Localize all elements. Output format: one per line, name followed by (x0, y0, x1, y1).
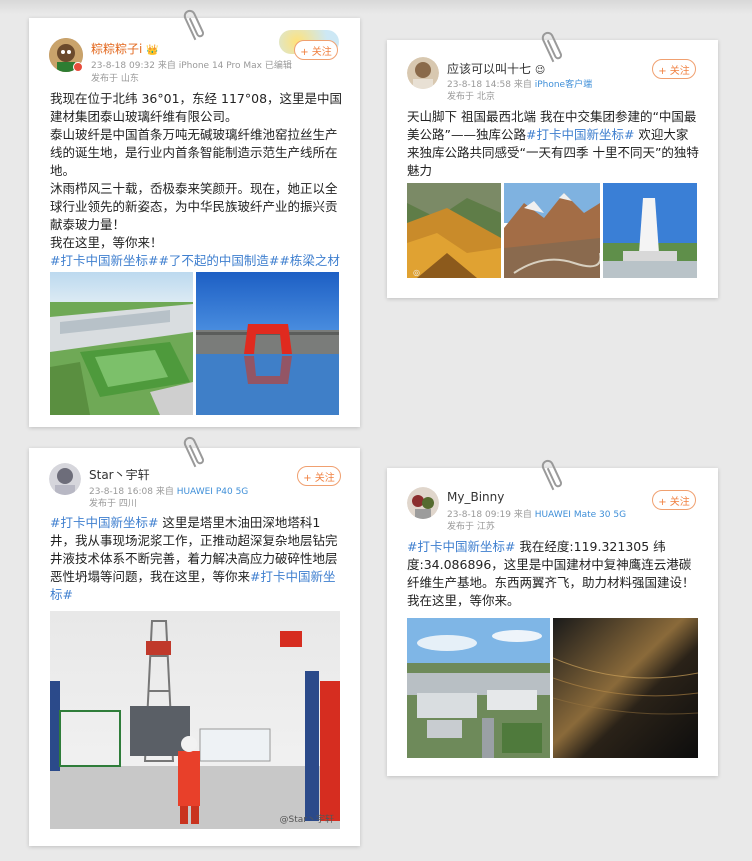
hashtag-link[interactable]: #打卡中国新坐标# (50, 515, 158, 530)
verified-badge-icon (73, 62, 83, 72)
post-card: 应该可以叫十七 😉 23-8-18 14:58 来自 iPhone客户端 发布于… (387, 40, 718, 298)
username[interactable]: 粽粽粽子i 👑 (91, 40, 159, 57)
post-image-factory[interactable] (50, 272, 193, 415)
image-watermark: ◎ (413, 268, 420, 277)
paperclip-icon (183, 436, 205, 468)
username[interactable]: Star丶宇轩 (89, 466, 150, 483)
follow-button[interactable]: + 关注 (652, 490, 696, 510)
post-source[interactable]: HUAWEI P40 5G (177, 487, 249, 497)
via-label: 来自 (157, 61, 176, 71)
post-image-industrial-base[interactable] (407, 618, 550, 758)
post-location: 发布于 北京 (447, 92, 495, 102)
post-source: iPhone 14 Pro Max (178, 61, 263, 71)
hashtag-link[interactable]: #打卡中国新坐标# (407, 539, 515, 554)
post-location: 发布于 四川 (89, 499, 137, 509)
post-paragraph: 沐雨栉风三十载，岙极泰来笑颜开。现在，她正以全球行业领先的新姿态，为中华民族玻纤… (50, 181, 338, 232)
post-image-autumn-valley[interactable] (407, 183, 501, 278)
post-image-red-gate[interactable] (196, 272, 339, 415)
username[interactable]: 应该可以叫十七 😉 (447, 60, 545, 77)
post-source[interactable]: HUAWEI Mate 30 5G (535, 510, 626, 520)
crown-icon: 👑 (146, 45, 159, 56)
post-paragraph: 泰山玻纤是中国首条万吨无碱玻璃纤维池窑拉丝生产线的诞生地，是行业内首条智能制造示… (50, 127, 338, 178)
post-paragraph: 我现在位于北纬 36°01，东经 117°08，这里是中国建材集团泰山玻璃纤维有… (50, 91, 343, 124)
avatar[interactable] (49, 463, 81, 495)
avatar[interactable] (407, 487, 439, 519)
post-paragraph: 我在这里，等你来！ (50, 235, 163, 250)
post-text: #打卡中国新坐标# 我在经度:119.321305 纬度:34.086896，这… (407, 538, 700, 610)
post-time: 23-8-18 09:32 (91, 61, 155, 71)
post-location: 发布于 山东 (91, 74, 139, 84)
post-text: #打卡中国新坐标# 这里是塔里木油田深地塔科1井，我从事现场泥浆工作，正推动超深… (50, 514, 340, 604)
post-text: 我现在位于北纬 36°01，东经 117°08，这里是中国建材集团泰山玻璃纤维有… (50, 90, 346, 288)
via-label: 来自 (513, 80, 532, 90)
post-image-oil-rig[interactable]: @Star丶宇轩 (50, 611, 340, 829)
follow-button[interactable]: + 关注 (294, 40, 338, 60)
hashtag-link[interactable]: #打卡中国新坐标# (526, 127, 634, 142)
post-card: Star丶宇轩 23-8-18 16:08 来自 HUAWEI P40 5G 发… (29, 448, 360, 846)
paperclip-icon (541, 31, 563, 63)
post-image-mountain-road[interactable] (504, 183, 600, 278)
via-label: 来自 (155, 487, 174, 497)
via-label: 来自 (513, 510, 532, 520)
post-card: 粽粽粽子i 👑 23-8-18 09:32 来自 iPhone 14 Pro M… (29, 18, 360, 427)
username[interactable]: My_Binny (447, 490, 504, 504)
follow-button[interactable]: + 关注 (652, 59, 696, 79)
image-watermark: @Star丶宇轩 (279, 815, 334, 825)
avatar[interactable] (407, 57, 439, 89)
post-card: My_Binny 23-8-18 09:19 来自 HUAWEI Mate 30… (387, 468, 718, 776)
post-text: 天山脚下 祖国最西北端 我在中交集团参建的“中国最美公路”——独库公路#打卡中国… (407, 108, 699, 180)
top-shadow-bar (0, 0, 752, 14)
follow-button[interactable]: + 关注 (297, 466, 341, 486)
post-image-monument[interactable] (603, 183, 697, 278)
post-location: 发布于 江苏 (447, 522, 495, 532)
paperclip-icon (541, 459, 563, 491)
edited-label: 已编辑 (264, 61, 292, 71)
paperclip-icon (183, 9, 205, 41)
post-source[interactable]: iPhone客户端 (535, 80, 592, 90)
post-meta: 23-8-18 09:32 来自 iPhone 14 Pro Max 已编辑 (91, 58, 292, 71)
post-image-carbon-fiber[interactable] (553, 618, 698, 758)
